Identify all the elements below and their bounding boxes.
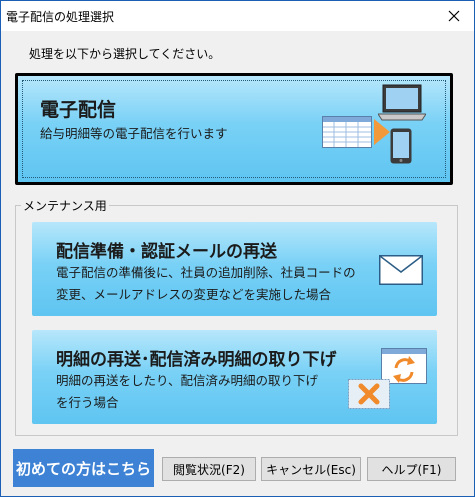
- arrow-right-icon: [374, 119, 390, 145]
- resend-withdraw-title: 明細の再送･配信済み明細の取り下げ: [56, 350, 337, 370]
- prep-resend-desc-line2: 変更、メールアドレスの変更などを実施した場合: [56, 287, 332, 302]
- maintenance-group-label: メンテナンス用: [21, 197, 109, 214]
- resend-withdraw-desc-line1: 明細の再送をしたり、配信済み明細の取り下げ: [56, 373, 319, 388]
- title-bar: 電子配信の処理選択: [1, 1, 474, 31]
- delete-x-icon: [348, 379, 390, 409]
- spreadsheet-icon: [322, 116, 372, 148]
- laptop-icon: [378, 84, 426, 121]
- first-time-button[interactable]: 初めての方はこちら: [13, 449, 154, 487]
- distribution-description: 給与明細等の電子配信を行います: [40, 126, 228, 141]
- envelope-icon: [379, 255, 423, 285]
- distribution-card[interactable]: 電子配信 給与明細等の電子配信を行います: [15, 73, 453, 185]
- dialog-window: 電子配信の処理選択 処理を以下から選択してください。 電子配信 給与明細等の電子…: [0, 0, 475, 497]
- window-title: 電子配信の処理選択: [6, 10, 115, 24]
- distribution-title: 電子配信: [40, 99, 117, 121]
- smartphone-icon: [390, 128, 412, 164]
- close-button[interactable]: [434, 1, 474, 31]
- view-status-button[interactable]: 閲覧状況(F2): [162, 457, 256, 481]
- help-button[interactable]: ヘルプ(F1): [367, 457, 456, 481]
- resend-withdraw-card[interactable]: 明細の再送･配信済み明細の取り下げ 明細の再送をしたり、配信済み明細の取り下げ …: [32, 330, 437, 424]
- resend-withdraw-desc-line2: を行う場合: [56, 395, 119, 410]
- close-icon: [448, 10, 460, 22]
- cancel-button[interactable]: キャンセル(Esc): [261, 457, 361, 481]
- prep-resend-title: 配信準備・認証メールの再送: [56, 242, 277, 262]
- instruction-text: 処理を以下から選択してください。: [29, 47, 221, 61]
- prep-resend-desc-line1: 電子配信の準備後に、社員の追加削除、社員コードの: [56, 265, 356, 280]
- prep-resend-card[interactable]: 配信準備・認証メールの再送 電子配信の準備後に、社員の追加削除、社員コードの 変…: [32, 222, 437, 316]
